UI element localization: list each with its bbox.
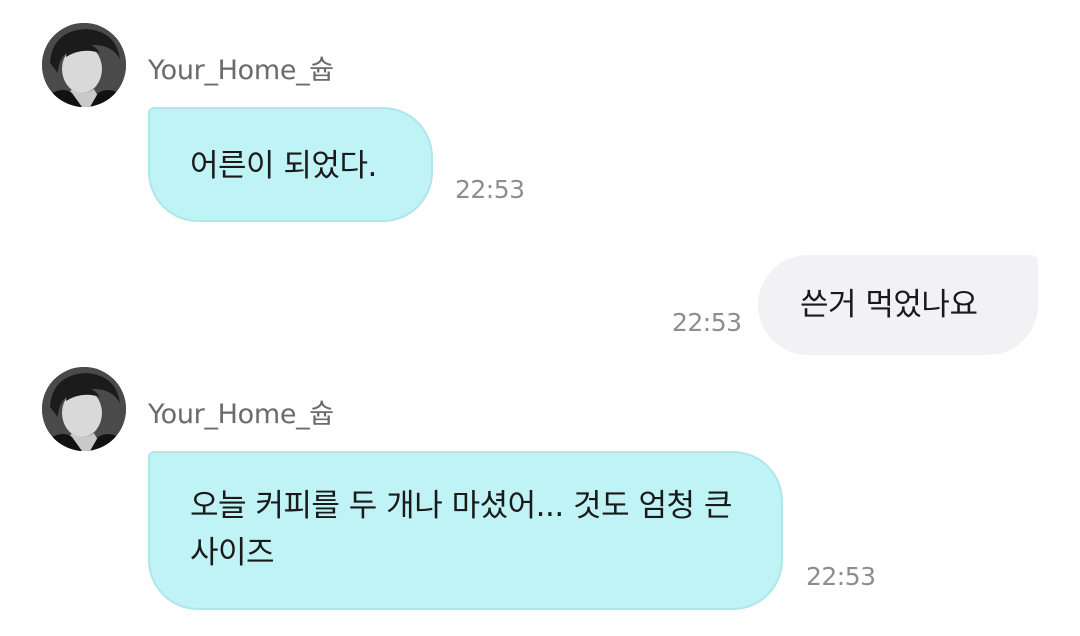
message-timestamp: 22:53 <box>455 175 525 204</box>
avatar[interactable] <box>42 367 126 451</box>
sender-name: Your_Home_슙 <box>148 399 334 430</box>
message-bubble-outgoing[interactable]: 쓴거 먹었나요 <box>758 255 1038 355</box>
sender-name: Your_Home_슙 <box>148 55 334 86</box>
message-text: 어른이 되었다. <box>190 148 377 184</box>
message-bubble-incoming[interactable]: 어른이 되었다. <box>148 107 433 222</box>
message-text: 쓴거 먹었나요 <box>800 287 978 323</box>
message-timestamp: 22:53 <box>672 308 742 337</box>
message-timestamp: 22:53 <box>806 562 876 591</box>
message-text: 오늘 커피를 두 개나 마셨어... 것도 엄청 큰 사이즈 <box>190 488 732 571</box>
message-bubble-incoming[interactable]: 오늘 커피를 두 개나 마셨어... 것도 엄청 큰 사이즈 <box>148 451 783 610</box>
avatar[interactable] <box>42 23 126 107</box>
